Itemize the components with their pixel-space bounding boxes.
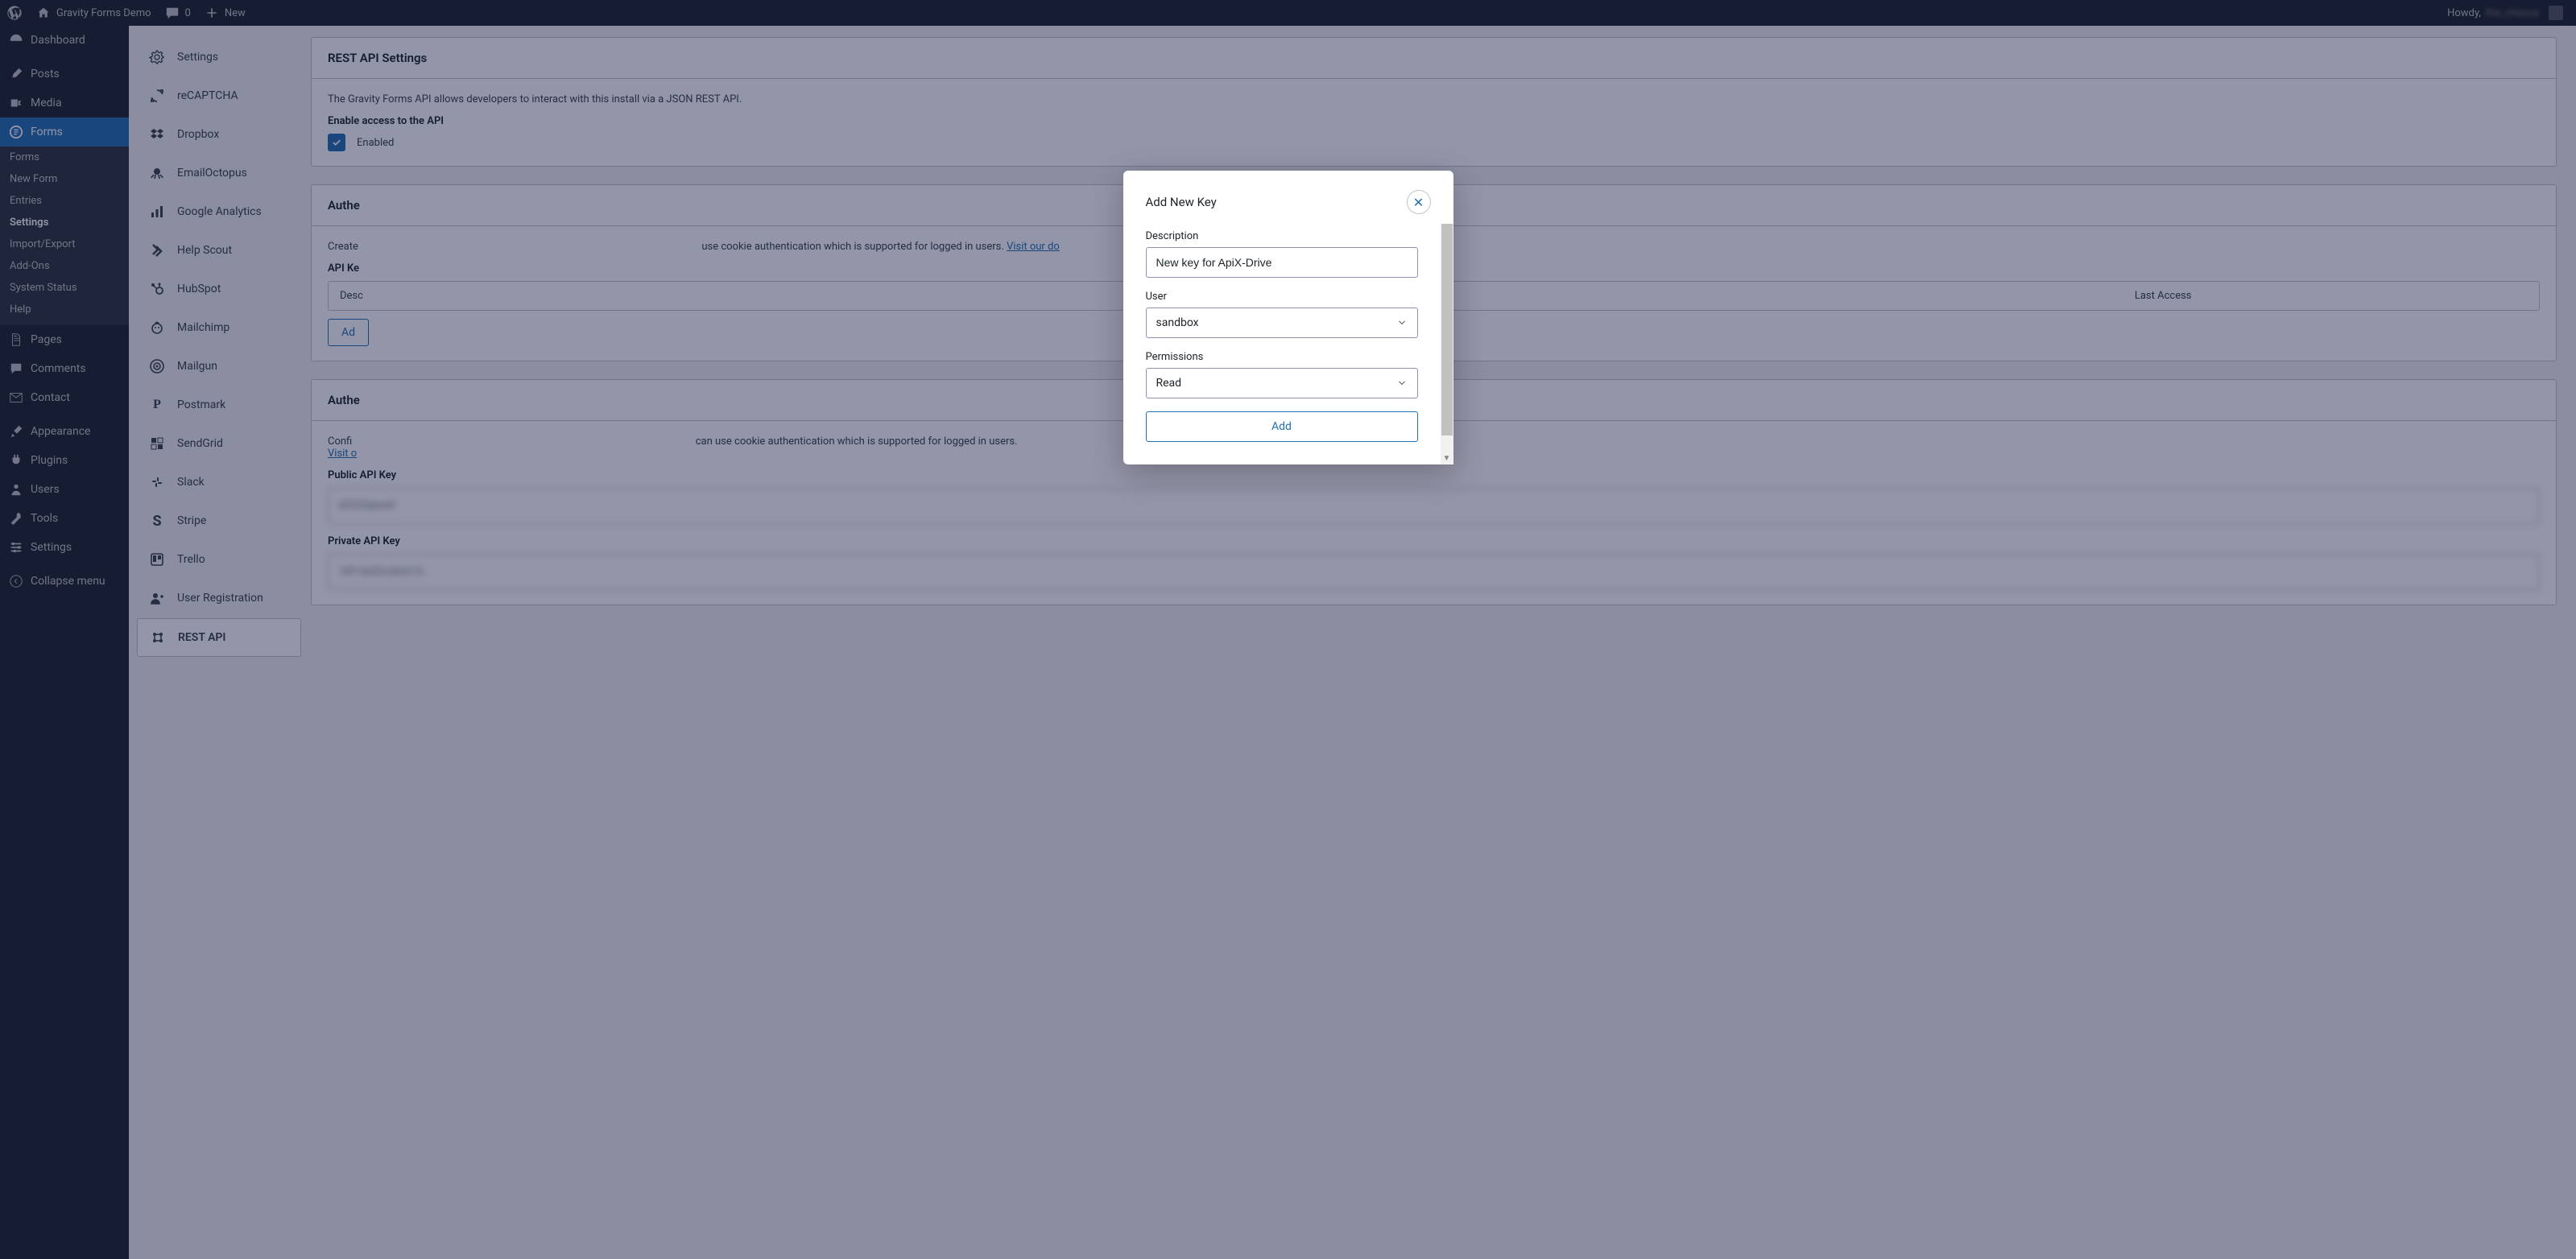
modal-scrollbar[interactable]: ▼ bbox=[1441, 224, 1453, 464]
close-icon: ✕ bbox=[1413, 195, 1424, 210]
scrollbar-thumb[interactable] bbox=[1441, 224, 1453, 435]
add-button[interactable]: Add bbox=[1146, 411, 1418, 442]
description-label: Description bbox=[1146, 230, 1418, 242]
add-new-key-modal: Add New Key ✕ Description User sandbox P… bbox=[1123, 171, 1453, 464]
user-label: User bbox=[1146, 291, 1418, 303]
permissions-label: Permissions bbox=[1146, 351, 1418, 363]
chevron-down-icon bbox=[1396, 378, 1408, 389]
permissions-select[interactable]: Read bbox=[1146, 368, 1418, 398]
scroll-down-icon[interactable]: ▼ bbox=[1441, 452, 1453, 464]
user-selected-value: sandbox bbox=[1156, 316, 1199, 329]
description-input[interactable] bbox=[1146, 247, 1418, 278]
chevron-down-icon bbox=[1396, 317, 1408, 328]
permissions-selected-value: Read bbox=[1156, 377, 1182, 390]
user-select[interactable]: sandbox bbox=[1146, 308, 1418, 338]
modal-title: Add New Key bbox=[1146, 195, 1217, 209]
modal-close-button[interactable]: ✕ bbox=[1407, 190, 1431, 214]
